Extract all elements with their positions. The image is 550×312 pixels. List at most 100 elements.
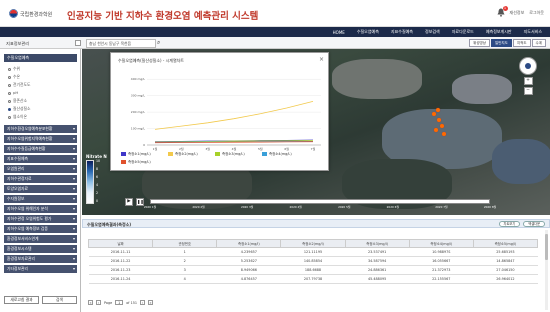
logout-link[interactable]: 로그아웃 (529, 10, 544, 16)
column-header[interactable]: 날짜 (87, 239, 154, 248)
sidebar-item-12[interactable]: 환경정보서비스연계 (4, 235, 77, 243)
timeline-slider[interactable] (150, 199, 490, 204)
search-button[interactable]: 검색 (42, 296, 77, 304)
well-marker[interactable] (440, 124, 444, 128)
table-cell: 140.85854 (280, 256, 346, 266)
radio-chloride[interactable]: 염소이온 (8, 114, 27, 120)
panel-scrollbar[interactable] (545, 230, 548, 310)
sidebar-item-15[interactable]: 기타정보관리 (4, 265, 77, 273)
radio-conductivity[interactable]: 전기전도도 (8, 82, 30, 88)
well-marker[interactable] (436, 108, 440, 112)
chart-view-button[interactable]: 차트보기 (498, 221, 521, 227)
bell-icon[interactable]: 1 (497, 6, 508, 17)
sidebar-item-7[interactable]: 토양오염자료 (4, 185, 77, 193)
play-button[interactable]: ▶ (125, 198, 133, 206)
zoom-out-button[interactable]: − (523, 87, 533, 95)
excel-download-button[interactable]: 엑셀다운 (523, 221, 545, 227)
radio-water-level[interactable]: 수위 (8, 66, 20, 72)
search-icon[interactable]: ⌕ (157, 39, 160, 47)
pagination: « ‹ Page 1 of 151 › » (88, 300, 154, 305)
sidebar-item-2[interactable]: 지하수오염위험지역예측현황 (4, 135, 77, 143)
table-cell: 2 (152, 256, 217, 266)
radio-ph[interactable]: pH (8, 90, 18, 95)
column-header[interactable]: 측정소4(mg/l) (408, 239, 474, 248)
last-page-icon[interactable]: » (148, 300, 154, 305)
zoom-in-button[interactable]: + (523, 77, 533, 85)
timeline-tick-label: 2020 5월 (338, 205, 351, 209)
legend-swatch (168, 152, 173, 156)
tab-satellite[interactable]: 위성영상 (469, 39, 490, 47)
table-row[interactable]: 2016-11-22 2 5.253627 140.85854 34.587594 16.… (88, 256, 538, 266)
results-panel: 수질오염예측결과(측정소) 차트보기 엑셀다운 날짜 관정번호 측정소1(mg/… (82, 215, 550, 312)
legend-entry[interactable]: 측정소3(mg/L) (215, 151, 245, 156)
table-row[interactable]: 2016-11-24 4 4.876457 207.79738 45.488095 22.… (88, 274, 538, 284)
nav-board[interactable]: 예측정보게시판 (486, 29, 512, 35)
sidebar-item-1[interactable]: 지하수환경오염예측분포현황 (4, 125, 77, 133)
table-cell: 24.886361 (345, 265, 410, 275)
well-marker[interactable] (437, 118, 441, 122)
nav-map-service[interactable]: 지도서비스 (524, 29, 542, 35)
well-marker[interactable] (432, 112, 436, 116)
legend-swatch (215, 152, 220, 156)
sidebar-group-title[interactable]: 수질오염예측 (4, 54, 77, 62)
sidebar-item-10[interactable]: 지하수관정 오염위험도 평가 (4, 215, 77, 223)
table-row[interactable]: 2016-11-23 3 8.949066 188.6688 24.886361 21.3… (88, 265, 538, 275)
nav-info-search[interactable]: 정보검색 (425, 29, 440, 35)
legend-entry[interactable]: 측정소4(mg/L) (262, 151, 292, 156)
column-header[interactable]: 측정소1(mg/l) (216, 239, 282, 248)
legend-label: 측정소2(mg/L) (175, 152, 198, 156)
series-line-2[interactable] (154, 101, 314, 130)
column-header[interactable]: 측정소3(mg/l) (344, 239, 410, 248)
legend-label: 측정소3(mg/L) (222, 152, 245, 156)
tab-cadastral[interactable]: 지적도 (512, 39, 531, 47)
legend-entry[interactable]: 측정소1(mg/L) (121, 151, 151, 156)
legend-entry[interactable]: 측정소2(mg/L) (168, 151, 198, 156)
legend-label: 측정소1(mg/L) (128, 152, 151, 156)
reset-button[interactable]: 새로고침 결과 (4, 296, 39, 304)
prev-page-icon[interactable]: ‹ (96, 300, 101, 305)
next-page-icon[interactable]: › (140, 300, 146, 305)
sidebar-item-4[interactable]: 지표수질예측 (4, 155, 77, 163)
tab-watershed[interactable]: 수계 (531, 39, 546, 47)
tab-general-map[interactable]: 일반지도 (490, 39, 512, 47)
sidebar-item-11[interactable]: 지하수오염 예측정보 검증 (4, 225, 77, 233)
timeline-progress (151, 200, 489, 203)
well-marker[interactable] (442, 132, 446, 136)
nav-surface-water-prediction[interactable]: 지표수질예측 (391, 29, 413, 35)
legend-entry[interactable]: 측정소5(mg/L) (121, 159, 151, 164)
radio-nitrate[interactable]: 질산성질소 (8, 106, 30, 112)
radio-dissolved-oxygen[interactable]: 용존산소 (8, 98, 27, 104)
page-number-input[interactable]: 1 (115, 300, 124, 305)
legend-label: 6 (96, 175, 99, 179)
table-row[interactable]: 2016-11-11 1 4.239657 121.11195 23.537491 10.… (88, 247, 538, 257)
map-search-input[interactable]: 충남 천안시 동남구 목천읍 (86, 38, 156, 48)
sidebar-item-13[interactable]: 환경정보시스템 (4, 245, 77, 253)
column-header[interactable]: 관정번호 (152, 239, 218, 248)
top-navigation: HOME 수질오염예측 지표수질예측 정보검색 자료다운로드 예측정보게시판 지… (0, 27, 550, 37)
close-icon[interactable]: × (319, 56, 324, 63)
page-total: of 151 (126, 300, 138, 305)
timeline-tick-label: 2020 4월 (289, 205, 302, 209)
sidebar-item-14[interactable]: 환경정보자료관리 (4, 255, 77, 263)
column-header[interactable]: 측정소2(mg/l) (280, 239, 346, 248)
well-marker[interactable] (434, 128, 438, 132)
compass-icon[interactable] (519, 57, 537, 75)
table-cell: 2016-11-24 (88, 274, 153, 284)
legend-label: 2 (96, 191, 99, 195)
sidebar-item-9[interactable]: 지하수오염 위해인자 분석 (4, 205, 77, 213)
scrollbar-thumb[interactable] (545, 234, 548, 260)
nav-data-download[interactable]: 자료다운로드 (452, 29, 474, 35)
sidebar-item-5[interactable]: 오염원관리 (4, 165, 77, 173)
sidebar-item-3[interactable]: 지하수수질등급예측현황 (4, 145, 77, 153)
sidebar-toggle-button[interactable] (75, 40, 81, 46)
nav-home[interactable]: HOME (333, 30, 345, 35)
column-header[interactable]: 측정소5(mg/l) (472, 239, 539, 248)
legend-swatch (121, 152, 126, 156)
user-name: 재선정보 (509, 9, 525, 15)
first-page-icon[interactable]: « (88, 300, 93, 305)
radio-water-temp[interactable]: 수온 (8, 74, 20, 80)
sidebar-item-6[interactable]: 지하수관정자료 (4, 175, 77, 183)
nav-water-quality-prediction[interactable]: 수질오염예측 (357, 29, 379, 35)
sidebar-item-8[interactable]: 수자원정보 (4, 195, 77, 203)
timeline-tick-label: 2020 6월 (386, 205, 400, 209)
